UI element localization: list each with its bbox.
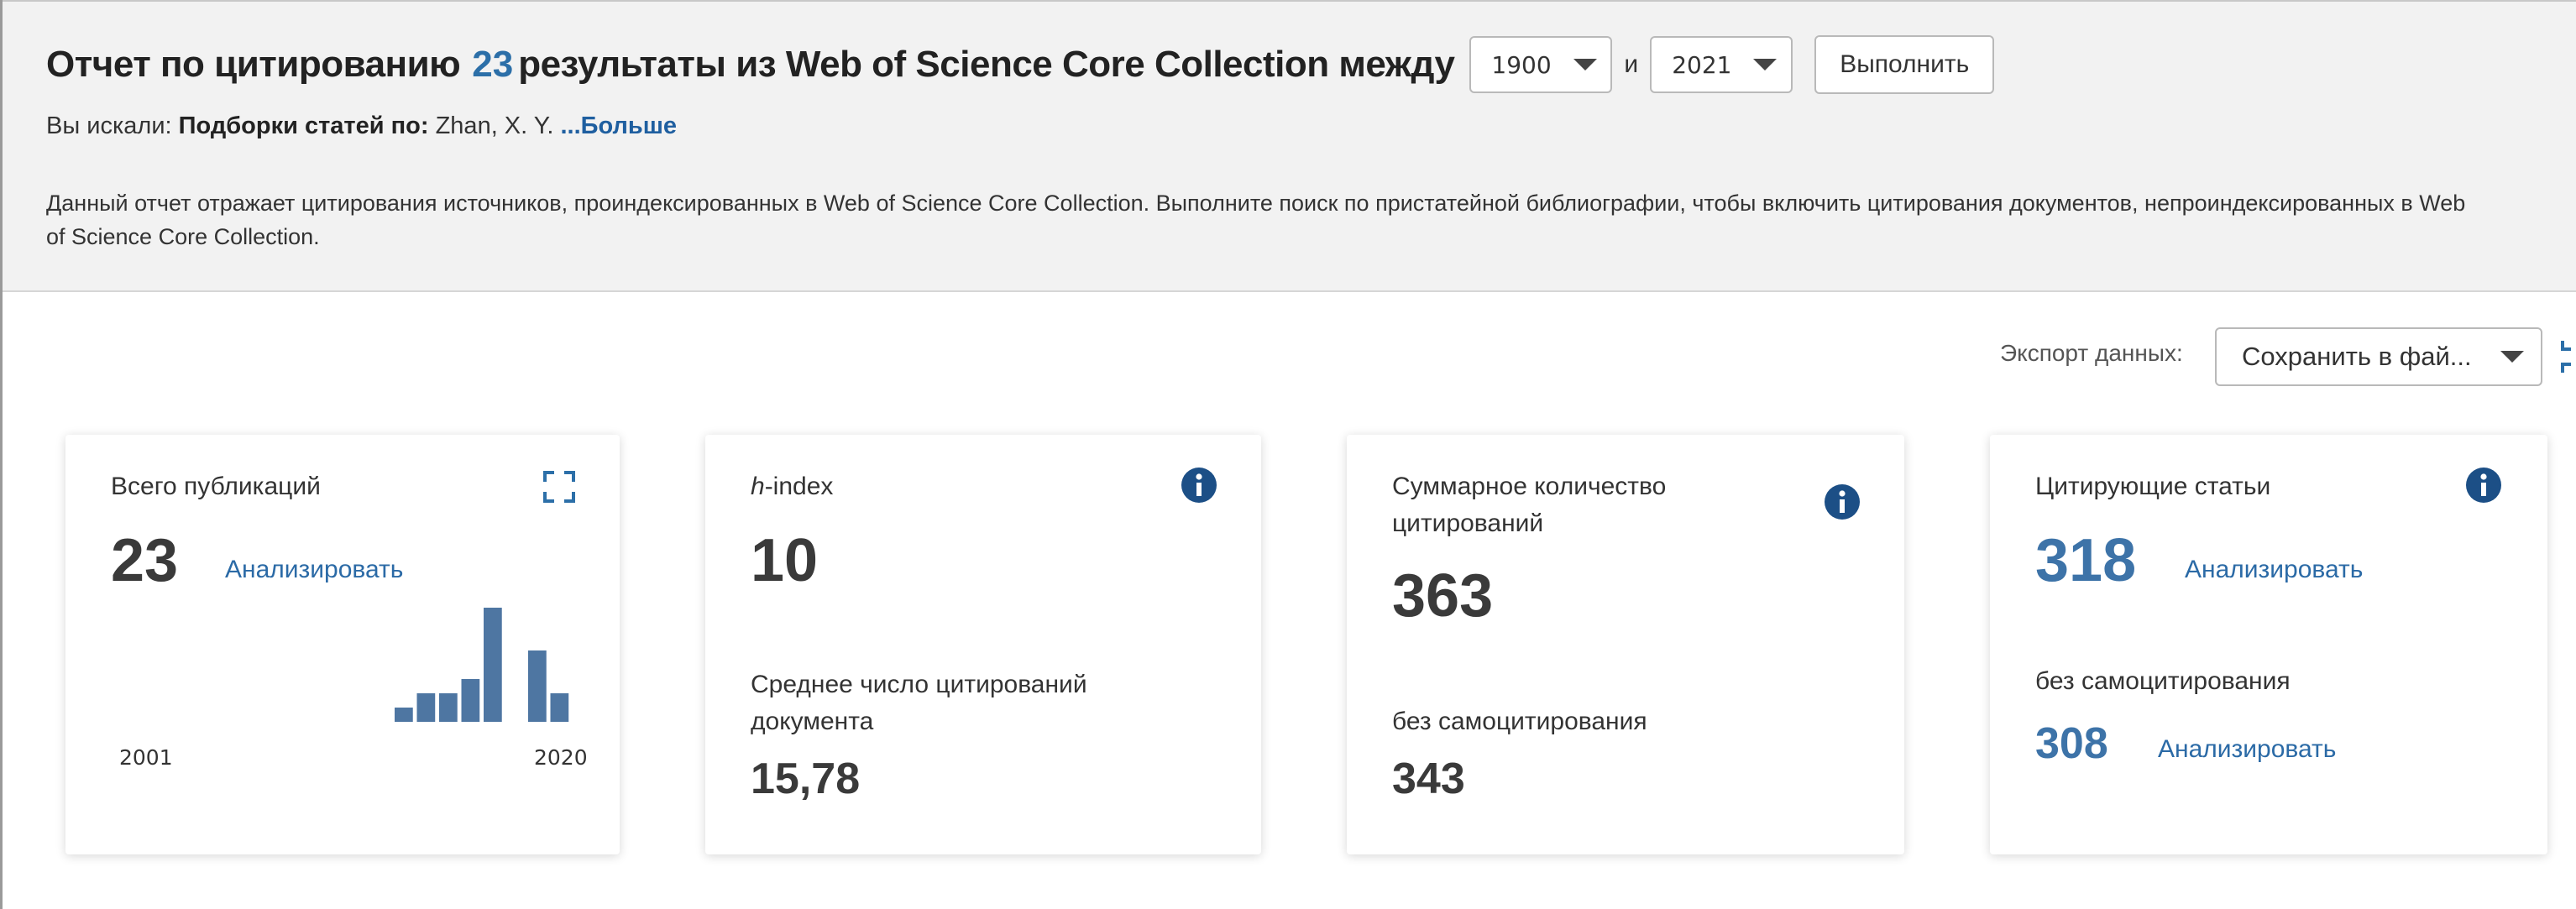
year-from-value: 1900	[1491, 50, 1552, 79]
run-button[interactable]: Выполнить	[1814, 35, 1995, 94]
publications-analyze-link[interactable]: Анализировать	[225, 556, 403, 584]
chevron-down-icon	[2500, 351, 2524, 363]
publications-label: Всего публикаций	[111, 473, 321, 500]
total-citations-label-1: Суммарное количество	[1392, 473, 1667, 500]
h-index-value: 10	[751, 527, 819, 594]
export-selected-value: Сохранить в фай...	[2242, 342, 2472, 371]
export-select[interactable]: Сохранить в фай...	[2215, 327, 2542, 386]
chevron-down-icon	[1573, 59, 1597, 71]
publications-value: 23	[111, 527, 179, 594]
total-citations-self-label: без самоцитирования	[1392, 708, 1647, 735]
search-summary: Вы искали: Подборки статей по: Zhan, X. …	[46, 112, 677, 140]
year-to-select[interactable]: 2021	[1650, 36, 1793, 93]
h-index-label: h-index	[751, 468, 833, 505]
collapse-icon[interactable]	[2558, 329, 2576, 384]
result-count-link[interactable]: 23	[472, 44, 513, 86]
citing-articles-self-value[interactable]: 308	[2035, 718, 2108, 769]
card-total-publications: Всего публикаций 23 Анализировать 2001 2…	[65, 435, 620, 854]
total-citations-label-2: цитирований	[1392, 509, 1544, 537]
citing-articles-analyze-link[interactable]: Анализировать	[2185, 556, 2363, 584]
chevron-down-icon	[1753, 59, 1778, 71]
avg-citations-value: 15,78	[751, 755, 861, 803]
publications-histogram	[395, 608, 569, 722]
report-title-suffix: результаты из Web of Science Core Collec…	[518, 44, 1455, 85]
more-link[interactable]: ...Больше	[560, 112, 677, 139]
h-index-label-rest: -index	[764, 473, 834, 500]
histogram-bar	[395, 708, 413, 722]
citing-articles-value[interactable]: 318	[2035, 527, 2136, 594]
searched-value: Zhan, X. Y.	[435, 112, 554, 139]
export-label: Экспорт данных:	[2000, 340, 2183, 366]
citing-articles-self-analyze-link[interactable]: Анализировать	[2158, 735, 2336, 764]
report-description: Данный отчет отражает цитирования источн…	[46, 191, 2466, 249]
info-icon[interactable]	[2465, 467, 2502, 504]
histogram-bar	[484, 608, 502, 722]
histogram-bar	[461, 679, 480, 722]
searched-label: Вы искали:	[46, 112, 172, 139]
h-index-label-italic: h	[751, 473, 765, 500]
report-title: Отчет по цитированию	[46, 44, 461, 85]
title-row: Отчет по цитированию 23 результаты из We…	[46, 27, 1995, 102]
report-header: Отчет по цитированию 23 результаты из We…	[3, 2, 2576, 292]
year-to-value: 2021	[1672, 50, 1732, 79]
card-total-citations: Суммарное количество цитирований 363 без…	[1347, 435, 1904, 854]
card-citing-articles: Цитирующие статьи 318 Анализировать без …	[1990, 435, 2547, 854]
citing-articles-label: Цитирующие статьи	[2035, 473, 2271, 500]
histogram-year-start: 2001	[119, 745, 173, 770]
histogram-bar	[439, 693, 458, 722]
info-icon[interactable]	[1824, 483, 1861, 520]
expand-icon[interactable]	[542, 470, 576, 504]
card-h-index: h-index 10 Среднее число цитирований док…	[705, 435, 1261, 854]
avg-citations-label-2: документа	[751, 708, 874, 735]
info-icon[interactable]	[1181, 467, 1217, 504]
histogram-bar	[528, 650, 547, 722]
histogram-bar	[550, 693, 569, 722]
searched-field: Подборки статей по:	[178, 112, 429, 139]
year-from-select[interactable]: 1900	[1469, 36, 1613, 93]
avg-citations-label-1: Среднее число цитирований	[751, 671, 1087, 698]
total-citations-value: 363	[1392, 562, 1494, 630]
histogram-year-end: 2020	[534, 745, 588, 770]
histogram-bar	[416, 693, 436, 722]
citing-articles-self-label: без самоцитирования	[2035, 667, 2291, 695]
total-citations-self-value: 343	[1392, 755, 1465, 803]
and-label: и	[1624, 50, 1639, 78]
